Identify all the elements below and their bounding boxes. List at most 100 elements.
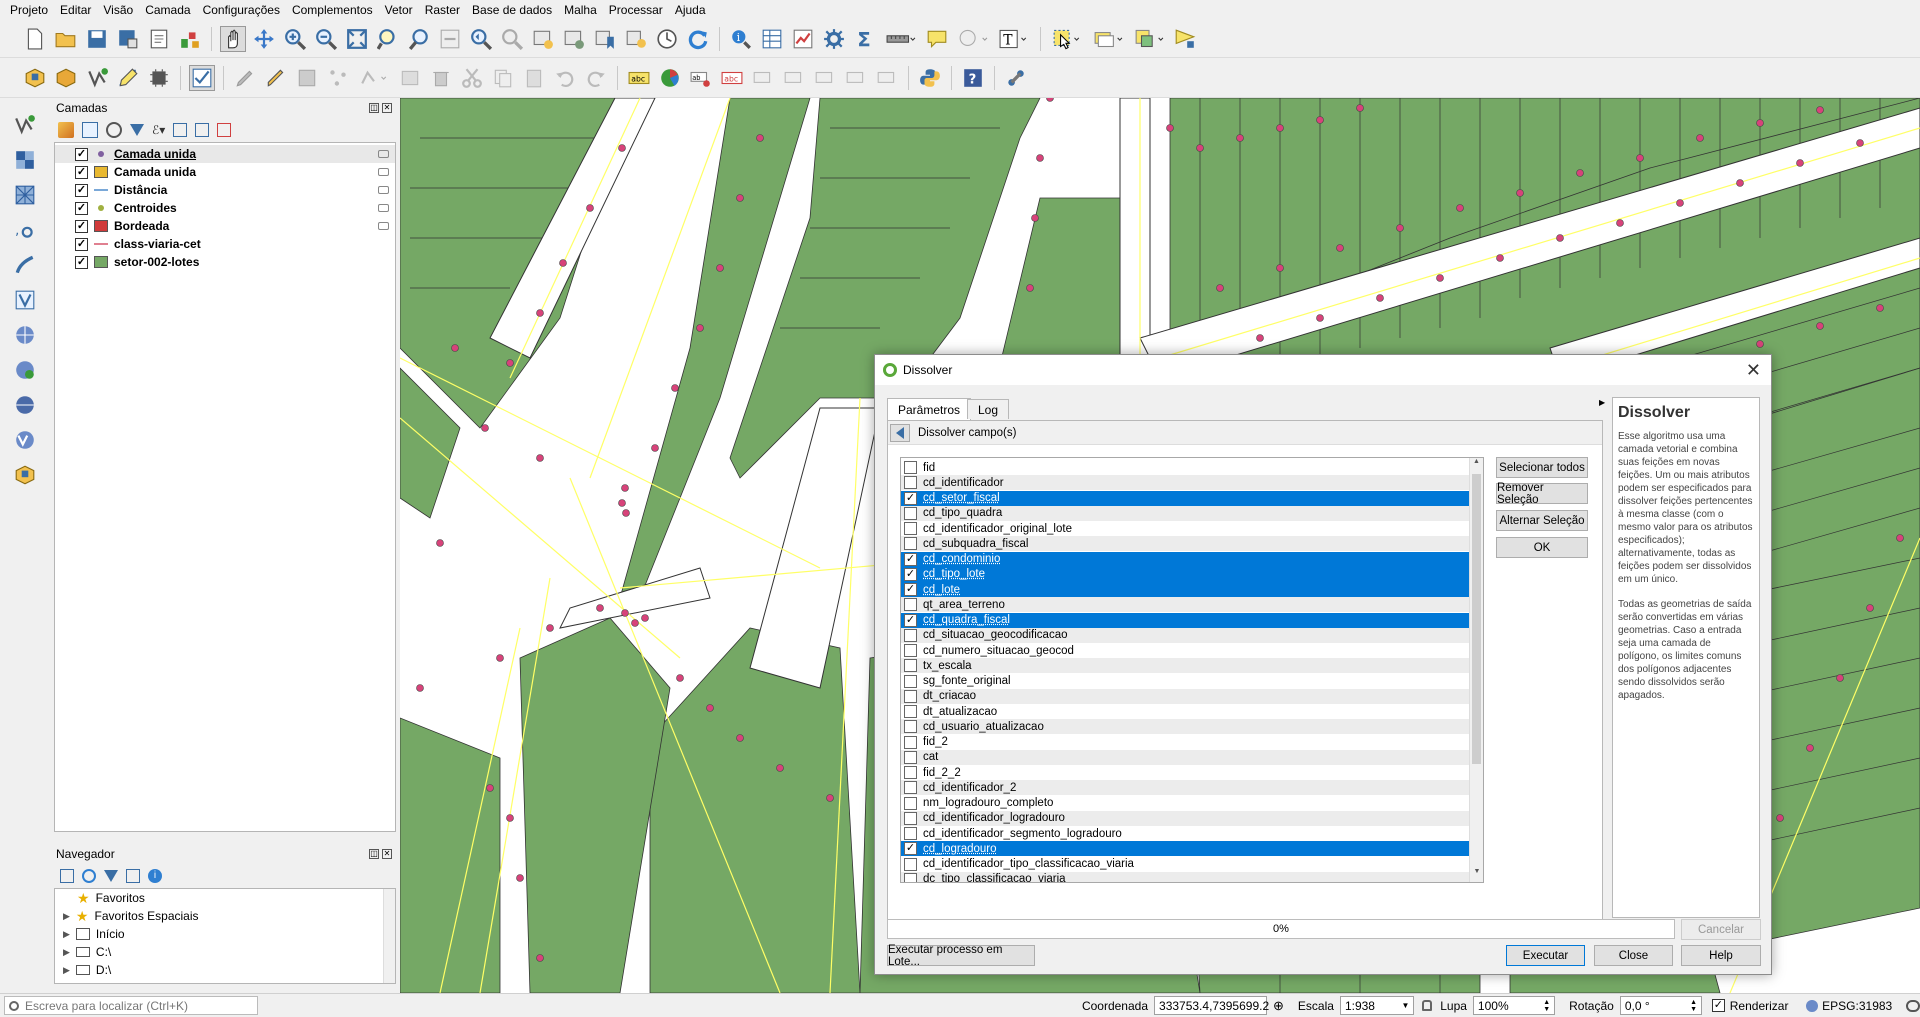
spin-arrows-icon[interactable]: ▲ ▼: [1690, 999, 1697, 1013]
field-checkbox[interactable]: [904, 506, 917, 520]
scroll-up-icon[interactable]: ▲: [1470, 458, 1483, 472]
save-as-icon[interactable]: [115, 26, 141, 52]
float-panel-icon[interactable]: ◫: [369, 849, 379, 859]
expression-select-icon[interactable]: [1172, 26, 1198, 52]
highlight-labels-icon[interactable]: abc: [719, 65, 745, 91]
field-checkbox[interactable]: ✓: [904, 491, 917, 505]
help-button[interactable]: Help: [1681, 945, 1761, 966]
layer-visibility-checkbox[interactable]: ✓: [75, 237, 88, 251]
field-row[interactable]: dt_atualizacao: [901, 704, 1471, 719]
menu-raster[interactable]: Raster: [419, 3, 466, 17]
field-checkbox[interactable]: ✓: [904, 613, 917, 627]
validate-icon[interactable]: [189, 64, 215, 91]
field-checkbox[interactable]: [904, 598, 917, 612]
field-row[interactable]: tx_escala: [901, 658, 1471, 674]
crs-label[interactable]: EPSG:31983: [1822, 999, 1892, 1013]
field-checkbox[interactable]: [904, 811, 917, 825]
zoom-next-icon[interactable]: [499, 26, 525, 52]
change-label-icon[interactable]: [812, 65, 838, 91]
field-row[interactable]: sg_fonte_original: [901, 674, 1471, 689]
expand-arrow-icon[interactable]: ▶: [63, 911, 70, 922]
field-row[interactable]: qt_area_terreno: [901, 597, 1471, 613]
layer-row[interactable]: ✓ class-viaria-cet: [55, 235, 395, 253]
copy-features-icon[interactable]: [490, 65, 516, 91]
zoom-native-icon[interactable]: [437, 26, 463, 52]
measure-icon[interactable]: [883, 26, 919, 52]
add-wcs-icon[interactable]: [10, 392, 40, 418]
menu-visao[interactable]: Visão: [97, 3, 139, 17]
browser-item-inicio[interactable]: ▶ Início: [55, 925, 395, 943]
add-xyz-icon[interactable]: [10, 357, 40, 383]
layer-row[interactable]: ✓ Centroides: [55, 199, 395, 217]
field-row[interactable]: cd_usuario_atualizacao: [901, 719, 1471, 735]
remove-layer-icon[interactable]: [217, 123, 232, 137]
add-delimited-text-icon[interactable]: ,: [10, 217, 40, 243]
plugin-tool-icon[interactable]: [1003, 65, 1029, 91]
field-checkbox[interactable]: ✓: [904, 583, 917, 596]
field-row[interactable]: cd_identificador_original_lote: [901, 521, 1471, 536]
label-properties-icon[interactable]: [874, 65, 900, 91]
run-button[interactable]: Executar: [1506, 945, 1585, 966]
tab-log[interactable]: Log: [967, 399, 1010, 419]
add-wfs-icon[interactable]: [10, 427, 40, 453]
show-bookmarks-icon[interactable]: [623, 26, 649, 52]
new-map-view-icon[interactable]: [530, 26, 556, 52]
menu-complementos[interactable]: Complementos: [286, 3, 379, 17]
field-row[interactable]: nm_logradouro_completo: [901, 796, 1471, 811]
map-tips-icon[interactable]: [924, 26, 950, 52]
toggle-editing-icon[interactable]: [263, 65, 289, 91]
add-vector-icon[interactable]: [84, 65, 110, 91]
text-annotation-icon[interactable]: [955, 26, 991, 52]
field-row[interactable]: fid: [901, 460, 1471, 475]
refresh-icon[interactable]: [82, 869, 96, 883]
scroll-down-icon[interactable]: ▼: [1470, 868, 1483, 882]
tab-parametros[interactable]: Parâmetros: [887, 398, 972, 420]
new-geopackage-icon[interactable]: [53, 65, 79, 91]
field-row[interactable]: ✓ cd_tipo_lote: [901, 566, 1471, 582]
attribute-table-icon[interactable]: [759, 26, 785, 52]
refresh-icon[interactable]: [685, 26, 711, 52]
field-row[interactable]: cat: [901, 749, 1471, 765]
select-all-button[interactable]: Selecionar todos: [1496, 457, 1588, 478]
close-panel-icon[interactable]: ✕: [382, 849, 392, 859]
field-row[interactable]: cd_subquadra_fiscal: [901, 536, 1471, 552]
layer-row[interactable]: ✓ Camada unida: [55, 145, 395, 163]
float-panel-icon[interactable]: ◫: [369, 103, 379, 113]
toggle-selection-button[interactable]: Alternar Seleção: [1496, 510, 1588, 531]
layer-visibility-checkbox[interactable]: ✓: [75, 183, 88, 197]
remove-selection-button[interactable]: Remover Seleção: [1496, 482, 1588, 506]
menu-editar[interactable]: Editar: [54, 3, 97, 17]
scale-combo[interactable]: 1:938 ▼: [1339, 996, 1415, 1015]
field-list-scrollbar[interactable]: ▲ ▼: [1469, 458, 1483, 882]
layer-filter-icon[interactable]: [378, 204, 389, 212]
close-icon[interactable]: ✕: [1746, 361, 1761, 379]
menu-vetor[interactable]: Vetor: [379, 3, 419, 17]
label-toolbar-icon[interactable]: abc: [626, 65, 652, 91]
layer-row[interactable]: ✓ Camada unida: [55, 163, 395, 181]
paste-features-icon[interactable]: [521, 65, 547, 91]
delete-selected-icon[interactable]: [428, 65, 454, 91]
field-checkbox[interactable]: ✓: [904, 552, 917, 566]
layer-filter-icon[interactable]: [378, 150, 389, 158]
cut-features-icon[interactable]: [459, 65, 485, 91]
data-source-manager-icon[interactable]: [22, 65, 48, 91]
menu-configuracoes[interactable]: Configurações: [197, 3, 286, 17]
scroll-thumb[interactable]: [1472, 474, 1481, 764]
digitize-icon[interactable]: [115, 65, 141, 91]
redo-icon[interactable]: [583, 65, 609, 91]
add-feature-icon[interactable]: [325, 65, 351, 91]
field-checkbox[interactable]: ✓: [904, 567, 917, 581]
modify-attributes-icon[interactable]: [397, 65, 423, 91]
layer-row[interactable]: ✓ Distância: [55, 181, 395, 199]
field-row[interactable]: cd_identificador_logradouro: [901, 810, 1471, 826]
style-manager-icon[interactable]: [177, 26, 203, 52]
toggle-extents-icon[interactable]: ⊕: [1273, 998, 1284, 1014]
undo-icon[interactable]: [552, 65, 578, 91]
crs-globe-icon[interactable]: [1806, 999, 1819, 1012]
field-checkbox[interactable]: [904, 735, 917, 749]
vertex-tool-icon[interactable]: [356, 65, 392, 91]
ok-button[interactable]: OK: [1496, 537, 1588, 558]
layer-row[interactable]: ✓ setor-002-lotes: [55, 253, 395, 271]
field-checkbox[interactable]: [904, 476, 917, 490]
field-row[interactable]: ✓ cd_lote: [901, 582, 1471, 597]
